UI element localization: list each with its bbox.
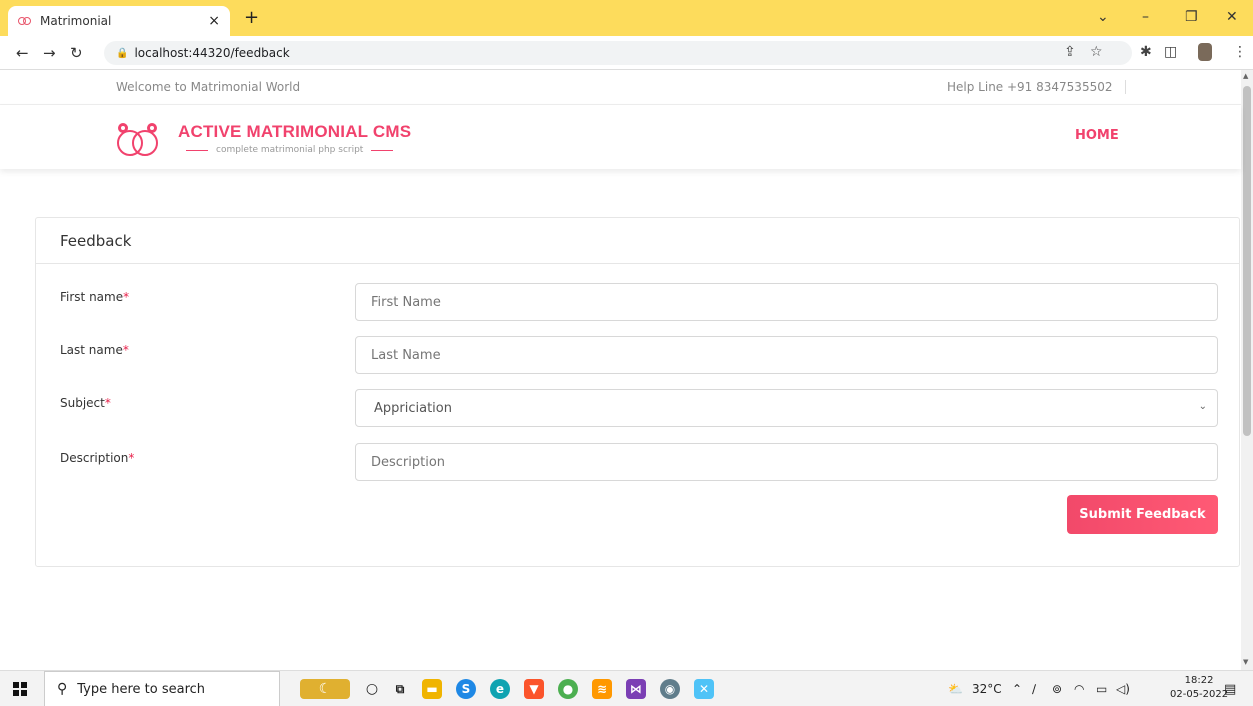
- forward-icon[interactable]: →: [43, 44, 56, 62]
- notifications-icon[interactable]: ▤: [1224, 682, 1236, 697]
- rings-logo-icon[interactable]: [110, 119, 166, 159]
- visual-studio-icon[interactable]: ⋈: [626, 679, 646, 699]
- tab-search-icon[interactable]: ⌄: [1097, 9, 1109, 25]
- reload-icon[interactable]: ↻: [70, 44, 83, 62]
- tab-close-icon[interactable]: ×: [208, 13, 220, 29]
- weather-temp[interactable]: 32°C: [972, 682, 1002, 696]
- bookmark-star-icon[interactable]: ☆: [1090, 44, 1103, 60]
- taskbar-search-text: Type here to search: [77, 681, 206, 697]
- edge-icon[interactable]: e: [490, 679, 510, 699]
- description-label: Description*: [60, 451, 135, 465]
- subject-selected-value: Appriciation: [374, 400, 452, 416]
- new-tab-button[interactable]: +: [244, 9, 259, 27]
- app-icon[interactable]: ✕: [694, 679, 714, 699]
- helpline-text: Help Line +91 8347535502: [947, 80, 1127, 94]
- tagline-text: complete matrimonial php script: [216, 145, 364, 155]
- task-view-icon[interactable]: ⧉: [390, 679, 410, 699]
- meet-icon[interactable]: ⊚: [1052, 682, 1062, 696]
- extensions-icon[interactable]: ✱: [1140, 44, 1152, 60]
- tagline-dash-right: [371, 149, 394, 151]
- window-close-icon[interactable]: ✕: [1226, 9, 1238, 25]
- last-name-label: Last name*: [60, 343, 129, 357]
- profile-avatar[interactable]: [1198, 43, 1212, 61]
- scroll-up-icon[interactable]: ▲: [1243, 72, 1248, 80]
- cortana-icon[interactable]: ○: [362, 679, 382, 699]
- site-header: ACTIVE MATRIMONIAL CMS complete matrimon…: [0, 105, 1241, 169]
- description-input[interactable]: [355, 443, 1218, 481]
- browser-tab-bar: Matrimonial × + ⌄ – ❐ ✕: [0, 0, 1253, 36]
- network-icon[interactable]: ◠: [1074, 682, 1084, 696]
- news-widget-icon[interactable]: ☾: [300, 679, 350, 699]
- brave-icon[interactable]: ▼: [524, 679, 544, 699]
- chevron-down-icon: ⌄: [1198, 401, 1207, 412]
- clock-date: 02-05-2022: [1170, 689, 1229, 700]
- share-icon[interactable]: ⇪: [1064, 44, 1076, 60]
- rings-favicon-icon: [18, 15, 32, 27]
- volume-icon[interactable]: ◁): [1116, 682, 1130, 696]
- menu-dots-icon[interactable]: ⋮: [1233, 44, 1247, 60]
- tab-title: Matrimonial: [40, 14, 112, 28]
- welcome-text: Welcome to Matrimonial World: [116, 80, 301, 94]
- first-name-label: First name*: [60, 290, 130, 304]
- sublime-icon[interactable]: ≋: [592, 679, 612, 699]
- url-input[interactable]: 🔒 localhost:44320/feedback: [104, 41, 1132, 65]
- scroll-down-icon[interactable]: ▼: [1243, 658, 1248, 666]
- pen-icon[interactable]: ∕: [1032, 682, 1036, 696]
- lock-icon: 🔒: [116, 47, 129, 59]
- battery-icon[interactable]: ▭: [1096, 682, 1107, 696]
- nav-home-link[interactable]: HOME: [1075, 128, 1119, 143]
- submit-feedback-button[interactable]: Submit Feedback: [1067, 495, 1218, 534]
- subject-label: Subject*: [60, 396, 111, 410]
- taskbar-search[interactable]: ⚲ Type here to search: [44, 671, 280, 706]
- subject-select[interactable]: Appriciation ⌄: [355, 389, 1218, 427]
- first-name-input[interactable]: [355, 283, 1218, 321]
- tagline-dash-left: [186, 149, 208, 151]
- tray-chevron-icon[interactable]: ⌃: [1012, 682, 1022, 696]
- card-title: Feedback: [36, 218, 1239, 264]
- windows-taskbar: ⚲ Type here to search ☾ ○ ⧉ ▬ S e ▼ ● ≋ …: [0, 670, 1253, 706]
- weather-icon[interactable]: ⛅: [948, 682, 963, 696]
- clock-time: 18:22: [1184, 675, 1214, 686]
- last-name-input[interactable]: [355, 336, 1218, 374]
- clock[interactable]: 18:22 02-05-2022: [1170, 674, 1228, 702]
- search-icon: ⚲: [57, 681, 68, 697]
- windows-start-icon[interactable]: [13, 682, 27, 696]
- feedback-card: Feedback First name* Last name* Subject*…: [35, 217, 1240, 567]
- file-explorer-icon[interactable]: ▬: [422, 679, 442, 699]
- browser-tab[interactable]: Matrimonial ×: [8, 6, 230, 36]
- side-panel-icon[interactable]: ◫: [1164, 44, 1177, 60]
- url-text: localhost:44320/feedback: [134, 46, 290, 60]
- skype-icon[interactable]: S: [456, 679, 476, 699]
- brand-name[interactable]: ACTIVE MATRIMONIAL CMS: [178, 122, 411, 142]
- scroll-thumb[interactable]: [1243, 86, 1251, 436]
- back-icon[interactable]: ←: [16, 44, 29, 62]
- restore-icon[interactable]: ❐: [1185, 9, 1198, 25]
- chrome-icon[interactable]: ●: [558, 679, 578, 699]
- address-bar: ← → ↻ 🔒 localhost:44320/feedback ⇪ ☆ ✱ ◫…: [0, 36, 1253, 70]
- minimize-icon[interactable]: –: [1142, 9, 1149, 25]
- brand-tagline: complete matrimonial php script: [178, 145, 401, 155]
- chrome-profile-icon[interactable]: ◉: [660, 679, 680, 699]
- top-info-strip: Welcome to Matrimonial World Help Line +…: [0, 70, 1241, 105]
